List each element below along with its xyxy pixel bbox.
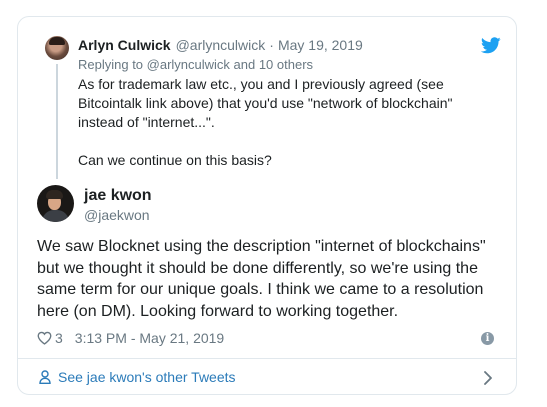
tweet-meta-row: 3 3:13 PM - May 21, 2019 <box>37 329 224 347</box>
parent-tweet-avatar[interactable] <box>45 36 69 60</box>
avatar-shirt <box>42 210 69 222</box>
see-other-tweets-link[interactable]: See jae kwon's other Tweets <box>39 369 236 385</box>
header-separator: · <box>269 37 274 53</box>
person-icon <box>39 370 51 384</box>
main-author-handle[interactable]: @jaekwon <box>84 207 150 223</box>
parent-tweet-header: Arlyn Culwick @arlynculwick · May 19, 2019 <box>78 37 363 53</box>
chevron-right-icon[interactable] <box>483 370 493 386</box>
main-author-name[interactable]: jae kwon <box>84 187 152 205</box>
heart-outline-icon[interactable] <box>37 331 52 345</box>
parent-tweet-text: As for trademark law etc., you and I pre… <box>78 76 453 168</box>
parent-author-handle[interactable]: @arlynculwick <box>176 37 266 53</box>
thread-connector-line <box>56 64 58 179</box>
embedded-tweet-card: Arlyn Culwick @arlynculwick · May 19, 2019 … <box>17 16 517 395</box>
twitter-bird-icon[interactable] <box>481 37 501 54</box>
info-icon[interactable]: i <box>481 332 494 345</box>
main-tweet-avatar[interactable] <box>37 185 74 222</box>
see-other-tweets-label[interactable]: See jae kwon's other Tweets <box>58 369 236 385</box>
parent-author-name[interactable]: Arlyn Culwick <box>78 37 171 53</box>
main-tweet-text: We saw Blocknet using the description "i… <box>37 238 486 320</box>
avatar-hair <box>46 190 63 199</box>
like-count[interactable]: 3 <box>55 330 63 346</box>
footer-divider <box>18 358 516 359</box>
parent-tweet-date[interactable]: May 19, 2019 <box>278 37 363 53</box>
replying-to-label[interactable]: Replying to @arlynculwick and 10 others <box>78 57 313 72</box>
tweet-timestamp[interactable]: 3:13 PM - May 21, 2019 <box>75 330 224 346</box>
